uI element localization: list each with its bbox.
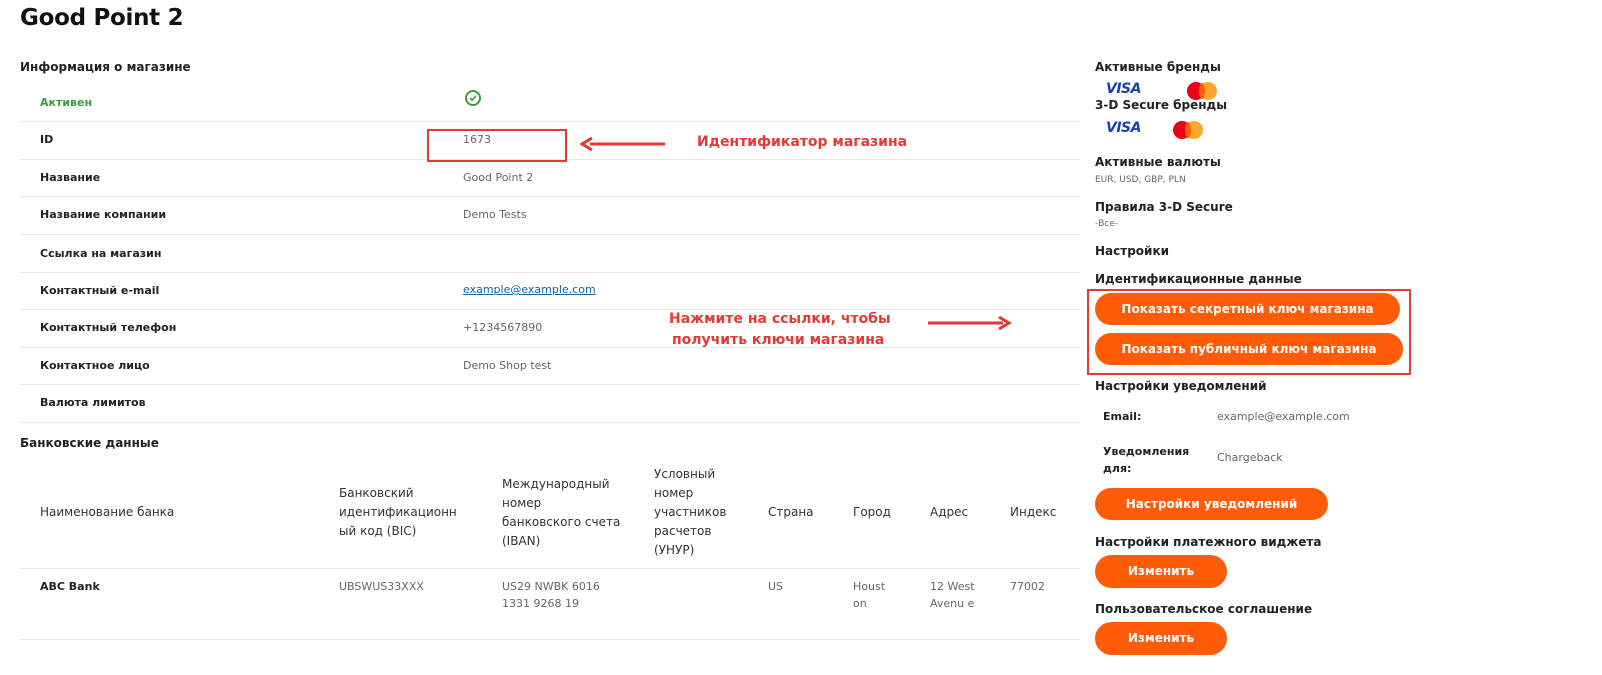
ident-data-label: Идентификационные данные bbox=[1095, 272, 1302, 286]
info-label-link: Ссылка на магазин bbox=[40, 247, 162, 260]
info-label-currency: Валюта лимитов bbox=[40, 396, 146, 409]
settings-label: Настройки bbox=[1095, 244, 1170, 258]
bank-col-iban: Международный номер банковского счета (I… bbox=[502, 477, 621, 548]
agreement-edit-button[interactable]: Изменить bbox=[1095, 622, 1227, 655]
widget-settings-label: Настройки платежного виджета bbox=[1095, 535, 1322, 549]
bank-col-country: Страна bbox=[768, 505, 814, 519]
keys-callout-line1: Нажмите на ссылки, чтобы bbox=[669, 311, 891, 327]
notif-email-label: Email: bbox=[1103, 410, 1142, 423]
user-agreement-label: Пользовательское соглашение bbox=[1095, 602, 1313, 616]
secure-rules-value: -Все- bbox=[1095, 219, 1119, 229]
show-secret-key-button[interactable]: Показать секретный ключ магазина bbox=[1095, 293, 1400, 325]
info-row-company: Название компании Demo Tests bbox=[20, 196, 1080, 235]
visa-3ds-logo: VISA bbox=[1106, 120, 1141, 136]
info-label-phone: Контактный телефон bbox=[40, 321, 177, 334]
info-label-person: Контактное лицо bbox=[40, 359, 150, 372]
bank-address-value: 12 West Avenu e bbox=[930, 580, 975, 610]
notif-for-label-line2: для: bbox=[1103, 462, 1132, 475]
bank-name-value: ABC Bank bbox=[40, 580, 100, 593]
bank-iban-value: US29 NWBK 6016 1331 9268 19 bbox=[502, 580, 600, 610]
bank-col-city: Город bbox=[853, 505, 891, 519]
info-row-email: Контактный e-mail example@example.com bbox=[20, 272, 1080, 310]
info-label-email: Контактный e-mail bbox=[40, 284, 160, 297]
check-circle-icon bbox=[465, 90, 481, 106]
widget-edit-button[interactable]: Изменить bbox=[1095, 555, 1227, 588]
active-brands-label: Активные бренды bbox=[1095, 60, 1221, 74]
bank-col-bic: Банковский идентификационн ый код (BIC) bbox=[339, 486, 457, 538]
bank-col-address: Адрес bbox=[930, 505, 969, 519]
company-name-value: Demo Tests bbox=[463, 208, 527, 221]
bank-country-value: US bbox=[768, 580, 784, 593]
bank-col-unur: Условный номер участников расчетов (УНУР… bbox=[654, 467, 727, 557]
notif-for-label-line1: Уведомления bbox=[1103, 445, 1190, 458]
info-row-person: Контактное лицо Demo Shop test bbox=[20, 347, 1080, 385]
page-title: Good Point 2 bbox=[20, 5, 184, 31]
info-row-link: Ссылка на магазин bbox=[20, 234, 1080, 273]
info-label-name: Название bbox=[40, 171, 101, 184]
keys-callout-line2: получить ключи магазина bbox=[672, 332, 885, 348]
visa-logo: VISA bbox=[1106, 81, 1141, 97]
currencies-value: EUR, USD, GBP, PLN bbox=[1095, 175, 1186, 185]
secure-rules-label: Правила 3-D Secure bbox=[1095, 200, 1233, 214]
info-label-company: Название компании bbox=[40, 208, 167, 221]
notif-for-value: Chargeback bbox=[1217, 451, 1283, 464]
secure-brands-label: 3-D Secure бренды bbox=[1095, 98, 1228, 112]
contact-phone-value: +1234567890 bbox=[463, 321, 543, 334]
show-public-key-button[interactable]: Показать публичный ключ магазина bbox=[1095, 333, 1403, 365]
bank-col-name: Наименование банка bbox=[40, 505, 175, 519]
info-row-currency: Валюта лимитов bbox=[20, 384, 1080, 423]
info-row-name: Название Good Point 2 bbox=[20, 159, 1080, 197]
status-row: Активен bbox=[20, 83, 1080, 122]
status-active-label: Активен bbox=[40, 96, 93, 109]
bank-heading: Банковские данные bbox=[20, 436, 159, 450]
arrow-left-icon bbox=[580, 136, 665, 152]
contact-email-link[interactable]: example@example.com bbox=[463, 283, 596, 296]
id-highlight-box bbox=[427, 129, 567, 162]
notif-email-value: example@example.com bbox=[1217, 410, 1350, 423]
info-label-id: ID bbox=[40, 133, 54, 146]
store-name-value: Good Point 2 bbox=[463, 171, 534, 184]
notif-for-label: Уведомления для: bbox=[1103, 443, 1189, 477]
id-callout-text: Идентификатор магазина bbox=[697, 134, 908, 150]
info-row-phone: Контактный телефон +1234567890 bbox=[20, 309, 1080, 348]
bank-col-index: Индекс bbox=[1010, 505, 1057, 519]
mastercard-3ds-logo bbox=[1173, 121, 1205, 139]
arrow-right-icon bbox=[928, 315, 1012, 331]
store-info-heading: Информация о магазине bbox=[20, 60, 191, 74]
bank-city-value: Houst on bbox=[853, 580, 886, 610]
bank-bic-value: UBSWUS33XXX bbox=[339, 580, 424, 593]
notif-settings-label: Настройки уведомлений bbox=[1095, 379, 1267, 393]
notification-settings-button[interactable]: Настройки уведомлений bbox=[1095, 488, 1328, 520]
contact-person-value: Demo Shop test bbox=[463, 359, 552, 372]
bank-index-value: 77002 bbox=[1010, 580, 1045, 593]
active-currencies-label: Активные валюты bbox=[1095, 155, 1221, 169]
